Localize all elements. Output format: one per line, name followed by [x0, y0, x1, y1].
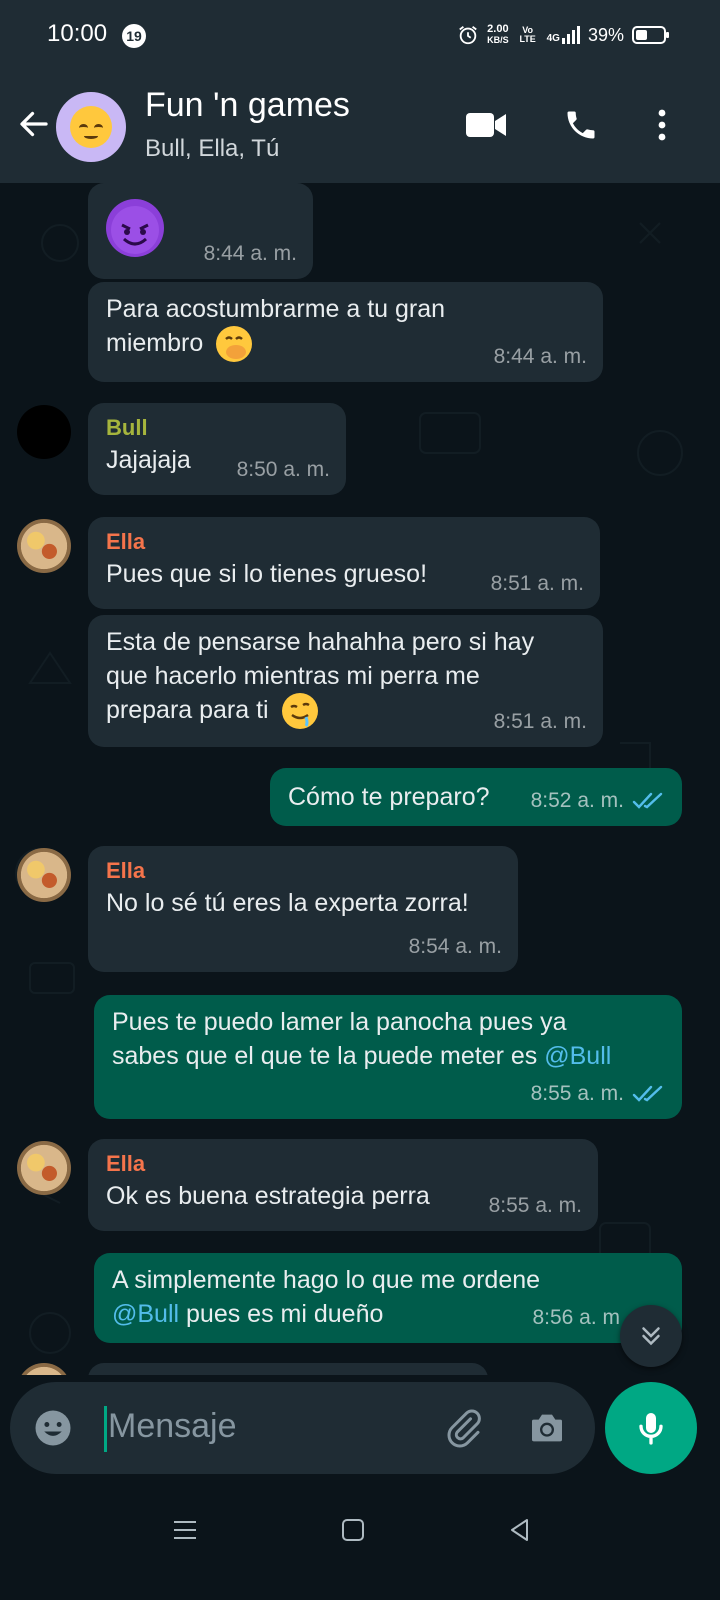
message-bubble[interactable]: Esta de pensarse hahahha pero si hay que… [88, 615, 603, 747]
message-time: 8:44 a. m. [493, 345, 587, 368]
voice-call-icon[interactable] [560, 107, 602, 143]
message-text: A simplemente hago lo que me ordene [112, 1266, 541, 1294]
message-text: pues es mi dueño [179, 1300, 384, 1328]
sender-name[interactable]: Ella [106, 856, 500, 886]
message-text: Cómo te preparo? [288, 783, 490, 811]
message-meta: 8:52 a. m. [531, 784, 666, 818]
message-input[interactable]: Mensaje [108, 1407, 237, 1446]
message-bubble-outgoing[interactable]: Cómo te preparo? 8:52 a. m. [270, 768, 682, 826]
message-text: miembro [106, 329, 204, 357]
message-text: Para acostumbrarme a tu gran [106, 295, 446, 323]
more-options-icon[interactable] [642, 107, 682, 143]
smiling-devil-icon [106, 199, 164, 257]
battery-percent: 39% [587, 24, 624, 45]
message-bubble[interactable]: Ella No lo sé tú eres la experta zorra! … [88, 846, 518, 972]
sender-name[interactable]: Ella [106, 527, 582, 557]
message-text: sabes que el que te la puede meter es [112, 1042, 545, 1070]
volte-indicator: Vo LTE [519, 25, 536, 44]
sender-avatar-ella[interactable] [17, 519, 71, 573]
mention-link[interactable]: @Bull [112, 1300, 179, 1328]
group-avatar[interactable] [56, 92, 126, 162]
message-text: No lo sé tú eres la experta zorra! [106, 889, 469, 917]
microphone-icon [639, 1413, 663, 1445]
message-time: 8:52 a. m. [530, 789, 624, 812]
sender-name[interactable]: Ella [106, 1149, 580, 1179]
text-cursor [104, 1406, 107, 1452]
status-icons: 2.00 KB/S Vo LTE 4G 39% [457, 20, 670, 50]
message-time: 8:55 a. m. [488, 1194, 582, 1217]
notification-count-badge: 19 [122, 24, 146, 48]
network-speed: 2.00 KB/S [487, 23, 509, 46]
message-meta: 8:55 a. m. [531, 1077, 666, 1111]
status-bar: 10:00 19 2.00 KB/S Vo LTE 4G 39% [0, 0, 720, 70]
message-bubble[interactable]: 8:44 a. m. [88, 183, 313, 279]
message-time: 8:51 a. m. [493, 710, 587, 733]
group-title[interactable]: Fun 'n games [145, 86, 350, 125]
group-members[interactable]: Bull, Ella, Tú [145, 135, 279, 163]
sender-avatar-bull[interactable] [17, 405, 71, 459]
message-bubble-outgoing[interactable]: A simplemente hago lo que me ordene @Bul… [94, 1253, 682, 1343]
mention-link[interactable]: @Bull [544, 1042, 611, 1070]
recents-menu-icon[interactable] [165, 1510, 205, 1550]
message-text: Pues te puedo lamer la panocha pues ya [112, 1008, 567, 1036]
system-nav-bar [0, 1482, 720, 1600]
message-time: 8:50 a. m. [236, 458, 330, 481]
battery-icon [632, 26, 669, 44]
sender-name[interactable]: Bull [106, 413, 328, 443]
message-time: 8:56 a. m [532, 1306, 620, 1329]
microphone-button[interactable] [605, 1382, 697, 1474]
signal-icon: 4G [547, 26, 580, 44]
video-call-icon[interactable] [465, 107, 507, 143]
drooling-face-icon [281, 693, 318, 730]
back-arrow-icon[interactable] [16, 106, 52, 142]
sender-avatar-ella[interactable] [17, 848, 71, 902]
upside-down-face-icon [70, 106, 112, 148]
message-bubble[interactable]: Para acostumbrarme a tu gran miembro 8:4… [88, 282, 603, 382]
message-text: Esta de pensarse hahahha pero si hay [106, 628, 535, 656]
app-header: 10:00 19 2.00 KB/S Vo LTE 4G 39% Fun 'n g… [0, 0, 720, 183]
message-input-bar[interactable]: Mensaje [10, 1382, 595, 1474]
camera-icon[interactable] [524, 1405, 570, 1451]
chat-area[interactable]: 8:44 a. m. Para acostumbrarme a tu gran … [0, 183, 720, 1375]
emoji-icon[interactable] [30, 1405, 76, 1451]
attach-icon[interactable] [440, 1405, 486, 1451]
scroll-to-bottom-button[interactable] [620, 1305, 682, 1367]
sender-avatar-ella[interactable] [17, 1141, 71, 1195]
message-text: prepara para ti [106, 696, 269, 724]
message-bubble[interactable]: Ella Ok es buena estrategia perra 8:55 a… [88, 1139, 598, 1231]
read-receipt-icon [632, 1085, 663, 1102]
message-bubble[interactable]: Bull Jajajaja 8:50 a. m. [88, 403, 346, 495]
message-bubble[interactable]: Ella Pues que si lo tienes grueso! 8:51 … [88, 517, 600, 609]
home-square-icon[interactable] [333, 1510, 373, 1550]
message-bubble-partial [88, 1363, 488, 1375]
message-time: 8:55 a. m. [530, 1082, 624, 1105]
message-time: 8:44 a. m. [203, 242, 297, 265]
face-with-hand-over-mouth-icon [216, 326, 253, 363]
message-text: que hacerlo mientras mi perra me [106, 662, 480, 690]
message-time: 8:54 a. m. [408, 935, 502, 958]
message-time: 8:51 a. m. [490, 572, 584, 595]
status-time: 10:00 [47, 20, 108, 47]
read-receipt-icon [632, 792, 663, 809]
back-triangle-icon[interactable] [500, 1510, 540, 1550]
alarm-icon [459, 26, 477, 45]
message-bubble-outgoing[interactable]: Pues te puedo lamer la panocha pues ya s… [94, 995, 682, 1119]
